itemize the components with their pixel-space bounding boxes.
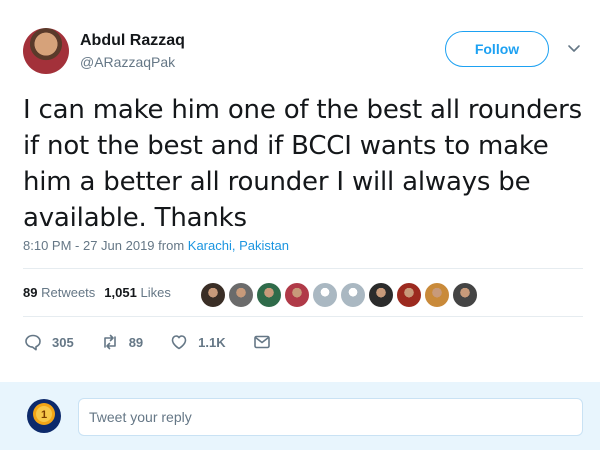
retweets-stat[interactable]: 89 Retweets [23, 285, 95, 300]
author-avatar[interactable] [23, 28, 69, 74]
tweet-actions: 305 89 1.1K [23, 331, 307, 353]
default-avatar-icon[interactable] [312, 282, 338, 308]
divider [23, 268, 583, 269]
tweet-text: I can make him one of the best all round… [23, 95, 583, 233]
heart-icon [171, 335, 187, 350]
tweet-location[interactable]: Karachi, Pakistan [188, 238, 289, 253]
tweet-card: Abdul Razzaq @ARazzaqPak Follow I can ma… [0, 0, 600, 382]
from-label: from [158, 238, 185, 253]
likes-label: Likes [140, 285, 171, 300]
follow-button[interactable]: Follow [445, 31, 549, 67]
liker-avatar[interactable] [200, 282, 226, 308]
retweet-button[interactable]: 89 [100, 332, 143, 352]
retweet-count: 89 [128, 334, 144, 350]
liker-avatar[interactable] [368, 282, 394, 308]
liker-avatars [200, 282, 480, 308]
reply-button[interactable]: 305 [23, 332, 74, 352]
svg-text:1: 1 [41, 409, 47, 421]
reply-count: 305 [52, 334, 74, 350]
tweet-stats: 89 Retweets 1,051 Likes [23, 285, 171, 300]
reply-input[interactable]: Tweet your reply [78, 398, 583, 436]
tweet-meta: 8:10 PM - 27 Jun 2019 from Karachi, Paki… [23, 238, 289, 253]
author-handle[interactable]: @ARazzaqPak [80, 54, 175, 70]
liker-avatar[interactable] [452, 282, 478, 308]
liker-avatar[interactable] [424, 282, 450, 308]
user-avatar-icon[interactable]: 1 [27, 399, 61, 433]
likes-stat[interactable]: 1,051 Likes [104, 285, 171, 300]
default-avatar-icon[interactable] [340, 282, 366, 308]
envelope-icon [253, 335, 270, 349]
liker-avatar[interactable] [396, 282, 422, 308]
likes-count: 1,051 [104, 285, 137, 300]
liker-avatar[interactable] [228, 282, 254, 308]
retweet-icon [103, 334, 116, 350]
reply-placeholder: Tweet your reply [89, 409, 192, 425]
reply-bar: 1 Tweet your reply [0, 382, 600, 450]
retweets-label: Retweets [41, 285, 96, 300]
like-count: 1.1K [198, 334, 226, 350]
liker-avatar[interactable] [256, 282, 282, 308]
liker-avatar[interactable] [284, 282, 310, 308]
reply-icon [25, 334, 41, 351]
message-button[interactable] [252, 332, 281, 352]
like-button[interactable]: 1.1K [169, 332, 226, 352]
author-name[interactable]: Abdul Razzaq [80, 32, 185, 50]
chevron-down-icon[interactable] [566, 40, 582, 56]
tweet-timestamp[interactable]: 8:10 PM - 27 Jun 2019 [23, 238, 155, 253]
retweets-count: 89 [23, 285, 38, 300]
divider [23, 316, 583, 317]
